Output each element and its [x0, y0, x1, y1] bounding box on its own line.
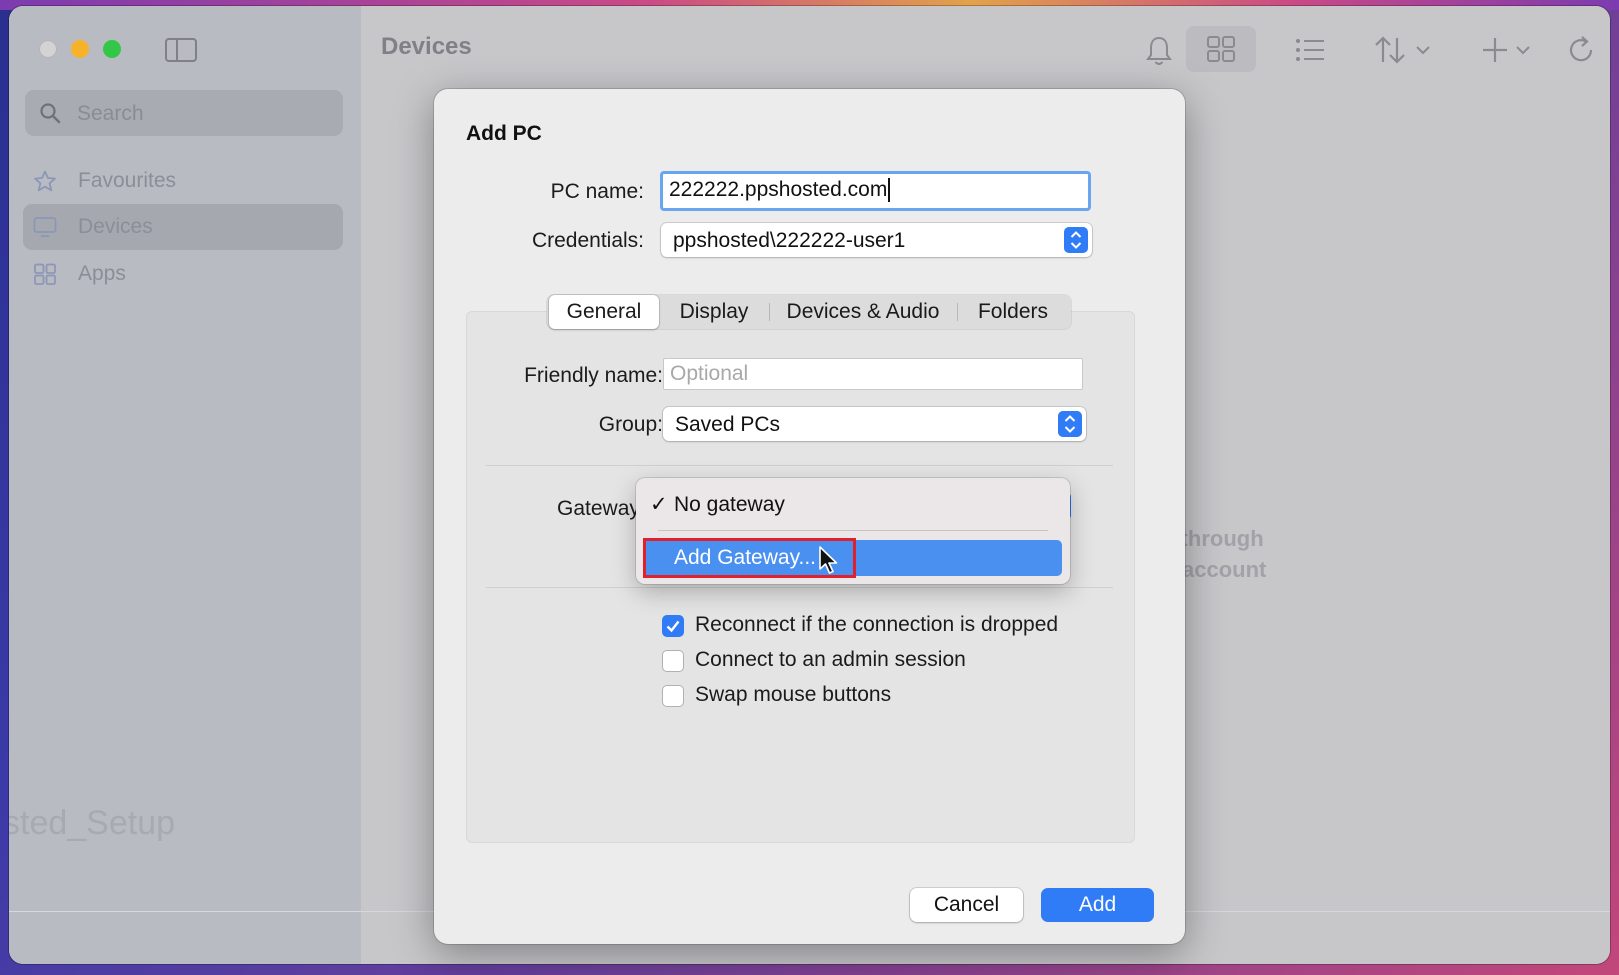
minimize-window-button[interactable]	[71, 40, 89, 58]
admin-session-label: Connect to an admin session	[695, 648, 966, 671]
sidebar-toggle-icon[interactable]	[165, 38, 197, 62]
checkmark-icon	[666, 620, 680, 633]
reconnect-checkbox[interactable]	[662, 615, 684, 637]
star-icon	[34, 170, 56, 192]
group-label: Group:	[598, 413, 663, 436]
add-button[interactable]: Add	[1041, 888, 1154, 922]
pc-name-value: 222222.ppshosted.com	[669, 178, 888, 201]
grid-view-button[interactable]	[1186, 26, 1256, 72]
menu-item-label: No gateway	[674, 493, 785, 516]
list-view-icon[interactable]	[1294, 32, 1326, 68]
sidebar-item-devices[interactable]: Devices	[23, 204, 343, 250]
pc-name-input[interactable]: 222222.ppshosted.com	[660, 171, 1091, 211]
friendly-name-input[interactable]: Optional	[663, 358, 1083, 390]
friendly-name-label: Friendly name:	[524, 364, 663, 387]
text-caret	[888, 178, 891, 203]
background-hint-text: account	[1182, 557, 1267, 582]
credentials-select[interactable]: ppshosted\222222-user1	[661, 223, 1092, 257]
page-title: Devices	[381, 33, 472, 60]
tab-display[interactable]: Display	[661, 295, 767, 329]
chevron-updown-icon	[1064, 227, 1088, 253]
sidebar-item-label: Devices	[78, 215, 153, 238]
menu-separator	[658, 530, 1048, 531]
maximize-window-button[interactable]	[103, 40, 121, 58]
settings-tabs: General Display Devices & Audio Folders	[547, 295, 1071, 329]
search-icon	[40, 103, 61, 124]
close-window-button[interactable]	[39, 40, 57, 58]
swap-mouse-label: Swap mouse buttons	[695, 683, 892, 706]
tab-folders[interactable]: Folders	[959, 295, 1067, 329]
swap-mouse-checkbox[interactable]	[662, 685, 684, 707]
tab-devices-audio[interactable]: Devices & Audio	[771, 295, 955, 329]
pc-name-label: PC name:	[550, 180, 644, 203]
add-icon[interactable]	[1481, 32, 1541, 68]
refresh-icon[interactable]	[1567, 32, 1597, 68]
mouse-cursor-icon	[819, 546, 838, 574]
menu-item-no-gateway[interactable]: ✓ No gateway	[650, 492, 785, 517]
checkmark-icon: ✓	[650, 493, 668, 516]
sidebar-item-label: Favourites	[78, 169, 177, 192]
sort-icon[interactable]	[1373, 32, 1439, 68]
sidebar-item-favourites[interactable]: Favourites	[23, 158, 343, 204]
credentials-label: Credentials:	[531, 229, 644, 252]
gateway-dropdown-menu: ✓ No gateway Add Gateway...	[636, 478, 1070, 584]
divider	[486, 465, 1113, 466]
monitor-icon	[33, 217, 57, 237]
search-placeholder: Search	[77, 102, 144, 125]
sidebar: Search Favourites Devices Apps sted_Setu…	[9, 6, 361, 964]
group-select[interactable]: Saved PCs	[663, 407, 1086, 441]
divider	[486, 587, 1113, 588]
group-value: Saved PCs	[675, 413, 781, 436]
grid-view-icon	[1207, 36, 1235, 62]
tab-separator	[957, 303, 958, 321]
dialog-title: Add PC	[466, 122, 542, 145]
apps-grid-icon	[34, 263, 56, 285]
bell-icon[interactable]	[1145, 32, 1173, 68]
friendly-name-placeholder: Optional	[670, 362, 749, 385]
admin-session-checkbox[interactable]	[662, 650, 684, 672]
gateway-label: Gateway	[557, 497, 640, 520]
tab-general[interactable]: General	[549, 295, 659, 329]
reconnect-label: Reconnect if the connection is dropped	[695, 613, 1059, 636]
sidebar-item-label: Apps	[78, 262, 126, 285]
background-filename-text: sted_Setup	[9, 804, 176, 842]
tab-separator	[769, 303, 770, 321]
credentials-value: ppshosted\222222-user1	[673, 229, 906, 252]
search-field[interactable]: Search	[25, 90, 343, 136]
cancel-button[interactable]: Cancel	[910, 888, 1023, 922]
chevron-updown-icon	[1058, 411, 1082, 437]
sidebar-item-apps[interactable]: Apps	[23, 251, 343, 297]
